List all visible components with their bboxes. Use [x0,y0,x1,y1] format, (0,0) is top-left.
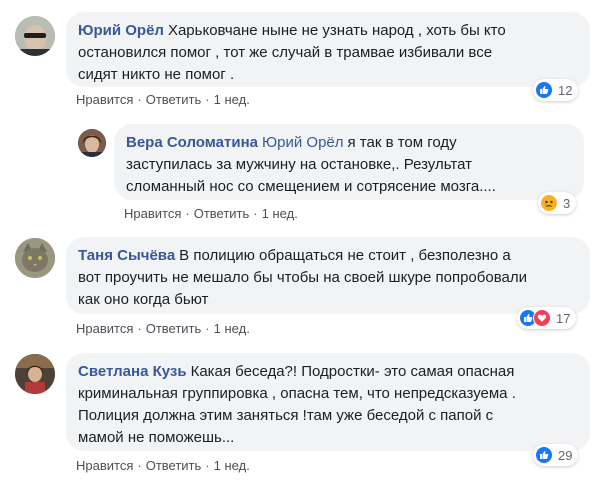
avatar-photo [15,238,55,278]
comment-bubble: Юрий Орёл Харьковчане ныне не узнать наро… [66,12,590,87]
timestamp-link[interactable]: 1 нед. [214,321,250,336]
avatar[interactable] [15,354,55,394]
love-icon [533,309,551,327]
comment-bubble: Таня Сычёва В полицию обращаться не стоит… [66,237,590,314]
reply-link[interactable]: Ответить [146,92,202,107]
avatar[interactable] [15,238,55,278]
comment-4: Светлана Кузь Какая беседа?! Подростки- э… [0,348,603,482]
comment-text-line: сидят никто не помог . [78,66,235,83]
like-link[interactable]: Нравится [76,321,133,336]
avatar-photo [15,354,55,394]
reaction-count: 17 [556,310,571,326]
comment-author[interactable]: Светлана Кузь [78,363,187,380]
comment-3: Таня Сычёва В полицию обращаться не стоит… [0,232,603,344]
like-icon [535,81,553,99]
comment-text-line: мамой не поможешь... [78,429,235,446]
comment-text-line: я так в том году [347,134,457,151]
avatar[interactable] [15,16,55,56]
comment-text-line: Полиция должна этим заняться !там уже бе… [78,407,494,424]
comment-actions: Нравится · Ответить · 1 нед. [76,92,250,107]
comment-text-line: заступилась за мужчину на остановке,. Ре… [126,156,472,173]
comment-text-line: вот проучить не мешало бы чтобы на своей… [78,269,527,286]
reaction-summary[interactable]: 3 [538,192,577,214]
reaction-summary[interactable]: 29 [533,444,579,466]
comment-author[interactable]: Таня Сычёва [78,247,175,264]
separator-dot: · [137,321,142,336]
separator-dot: · [205,92,210,107]
mention-link[interactable]: Юрий Орёл [262,134,344,151]
separator-dot: · [137,92,142,107]
reply-link[interactable]: Ответить [146,321,202,336]
timestamp-link[interactable]: 1 нед. [214,458,250,473]
comment-author[interactable]: Юрий Орёл [78,22,164,39]
comment-bubble: Вера Соломатина Юрий Орёл я так в том году… [114,124,584,200]
separator-dot: · [137,458,142,473]
comment-text-line: Какая беседа?! Подростки- это самая опас… [190,363,515,380]
like-link[interactable]: Нравится [76,92,133,107]
timestamp-link[interactable]: 1 нед. [262,206,298,221]
comment-text-line: остановился помог , тот же случай в трам… [78,44,493,61]
reaction-count: 29 [558,447,573,463]
comment-text-line: Харьковчане ныне не узнать народ , хоть … [167,22,506,39]
avatar-photo [15,16,55,56]
reaction-summary[interactable]: 12 [533,79,579,101]
comment-actions: Нравится · Ответить · 1 нед. [76,458,250,473]
comment-2-reply: Вера Соломатина Юрий Орёл я так в том году… [0,116,603,228]
comment-text-line: криминальная группировка , опасна тем, ч… [78,385,516,402]
comment-text-line: как оно когда бьют [78,291,209,308]
separator-dot: · [253,206,258,221]
separator-dot: · [205,321,210,336]
comment-text-line: сломанный нос со смещением и сотрясение … [126,178,496,195]
timestamp-link[interactable]: 1 нед. [214,92,250,107]
separator-dot: · [185,206,190,221]
separator-dot: · [205,458,210,473]
reply-link[interactable]: Ответить [194,206,250,221]
comment-text-line: В полицию обращаться не стоит , безполез… [179,247,511,264]
like-link[interactable]: Нравится [76,458,133,473]
reaction-count: 12 [558,82,573,98]
like-icon [535,446,553,464]
avatar-photo [78,129,106,157]
comment-bubble: Светлана Кузь Какая беседа?! Подростки- э… [66,353,590,451]
sad-icon [540,194,558,212]
comment-1: Юрий Орёл Харьковчане ныне не узнать наро… [0,0,603,110]
comment-author[interactable]: Вера Соломатина [126,134,258,151]
like-link[interactable]: Нравится [124,206,181,221]
reaction-count: 3 [563,195,571,211]
reply-link[interactable]: Ответить [146,458,202,473]
avatar[interactable] [78,129,106,157]
comment-actions: Нравится · Ответить · 1 нед. [76,321,250,336]
comment-actions: Нравится · Ответить · 1 нед. [124,206,298,221]
reaction-summary[interactable]: 17 [517,307,577,329]
